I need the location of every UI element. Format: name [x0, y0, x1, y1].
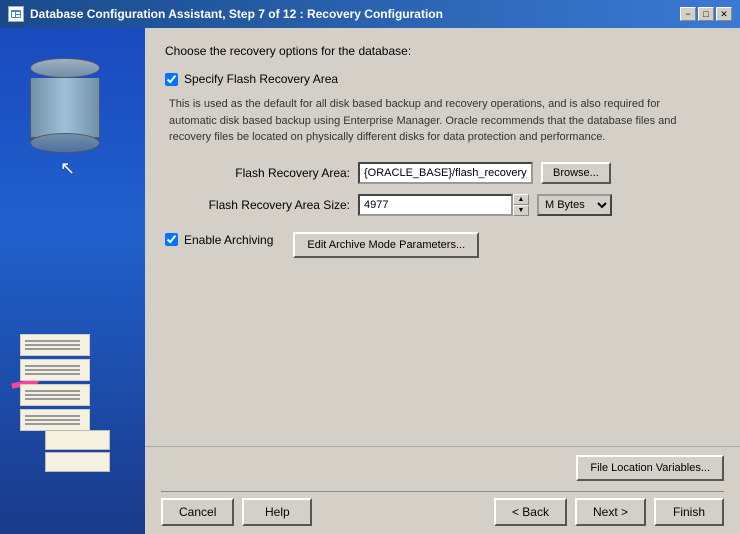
content-area: Choose the recovery options for the data… [145, 28, 740, 446]
fra-size-input-group: ▲ ▼ [358, 194, 529, 216]
browse-button[interactable]: Browse... [541, 162, 611, 184]
finish-button[interactable]: Finish [654, 498, 724, 526]
spinner-up-button[interactable]: ▲ [513, 194, 529, 205]
minimize-button[interactable]: − [680, 7, 696, 21]
fra-label: Flash Recovery Area: [165, 166, 350, 180]
edit-archive-button[interactable]: Edit Archive Mode Parameters... [293, 232, 479, 258]
next-button[interactable]: Next > [575, 498, 646, 526]
nav-row: Cancel Help < Back Next > Finish [161, 498, 724, 526]
back-button[interactable]: < Back [494, 498, 567, 526]
illustration-panel: ↖ ➔ [0, 28, 145, 534]
cancel-button[interactable]: Cancel [161, 498, 234, 526]
fra-input[interactable] [358, 162, 533, 184]
flash-recovery-checkbox[interactable] [165, 73, 178, 86]
size-unit-select[interactable]: M Bytes G Bytes [537, 194, 612, 216]
close-button[interactable]: ✕ [716, 7, 732, 21]
fra-size-label: Flash Recovery Area Size: [165, 198, 350, 212]
file-location-button[interactable]: File Location Variables... [576, 455, 724, 481]
database-icon [30, 58, 100, 138]
spinner-down-button[interactable]: ▼ [513, 205, 529, 216]
maximize-button[interactable]: □ [698, 7, 714, 21]
file-location-row: File Location Variables... [161, 455, 724, 481]
app-icon [8, 6, 24, 22]
flash-recovery-checkbox-row: Specify Flash Recovery Area [165, 72, 720, 86]
archiving-checkbox-row: Enable Archiving [165, 233, 273, 247]
content-panel: Choose the recovery options for the data… [145, 28, 740, 534]
title-bar: Database Configuration Assistant, Step 7… [0, 0, 740, 28]
fra-size-row: Flash Recovery Area Size: ▲ ▼ M Bytes G … [165, 194, 720, 216]
window-controls: − □ ✕ [680, 7, 732, 21]
main-container: ↖ ➔ Choose the recovery options for the … [0, 28, 740, 534]
window-title: Database Configuration Assistant, Step 7… [30, 7, 443, 21]
bottom-bar: File Location Variables... Cancel Help <… [145, 446, 740, 534]
instruction-text: Choose the recovery options for the data… [165, 44, 720, 58]
description-text: This is used as the default for all disk… [169, 96, 699, 146]
archiving-row: Enable Archiving Edit Archive Mode Param… [165, 232, 720, 258]
cursor-icon: ↖ [60, 158, 75, 179]
nav-left: Cancel Help [161, 498, 312, 526]
fra-size-input[interactable] [358, 194, 513, 216]
documents-icon [20, 334, 90, 434]
archiving-checkbox[interactable] [165, 233, 178, 246]
archiving-checkbox-label[interactable]: Enable Archiving [184, 233, 273, 247]
fra-row: Flash Recovery Area: Browse... [165, 162, 720, 184]
illustration: ↖ ➔ [0, 28, 145, 534]
help-button[interactable]: Help [242, 498, 312, 526]
separator [161, 491, 724, 492]
nav-right: < Back Next > Finish [494, 498, 724, 526]
flash-recovery-checkbox-label[interactable]: Specify Flash Recovery Area [184, 72, 338, 86]
doc-overlay [45, 430, 110, 474]
spinner-buttons: ▲ ▼ [513, 194, 529, 216]
